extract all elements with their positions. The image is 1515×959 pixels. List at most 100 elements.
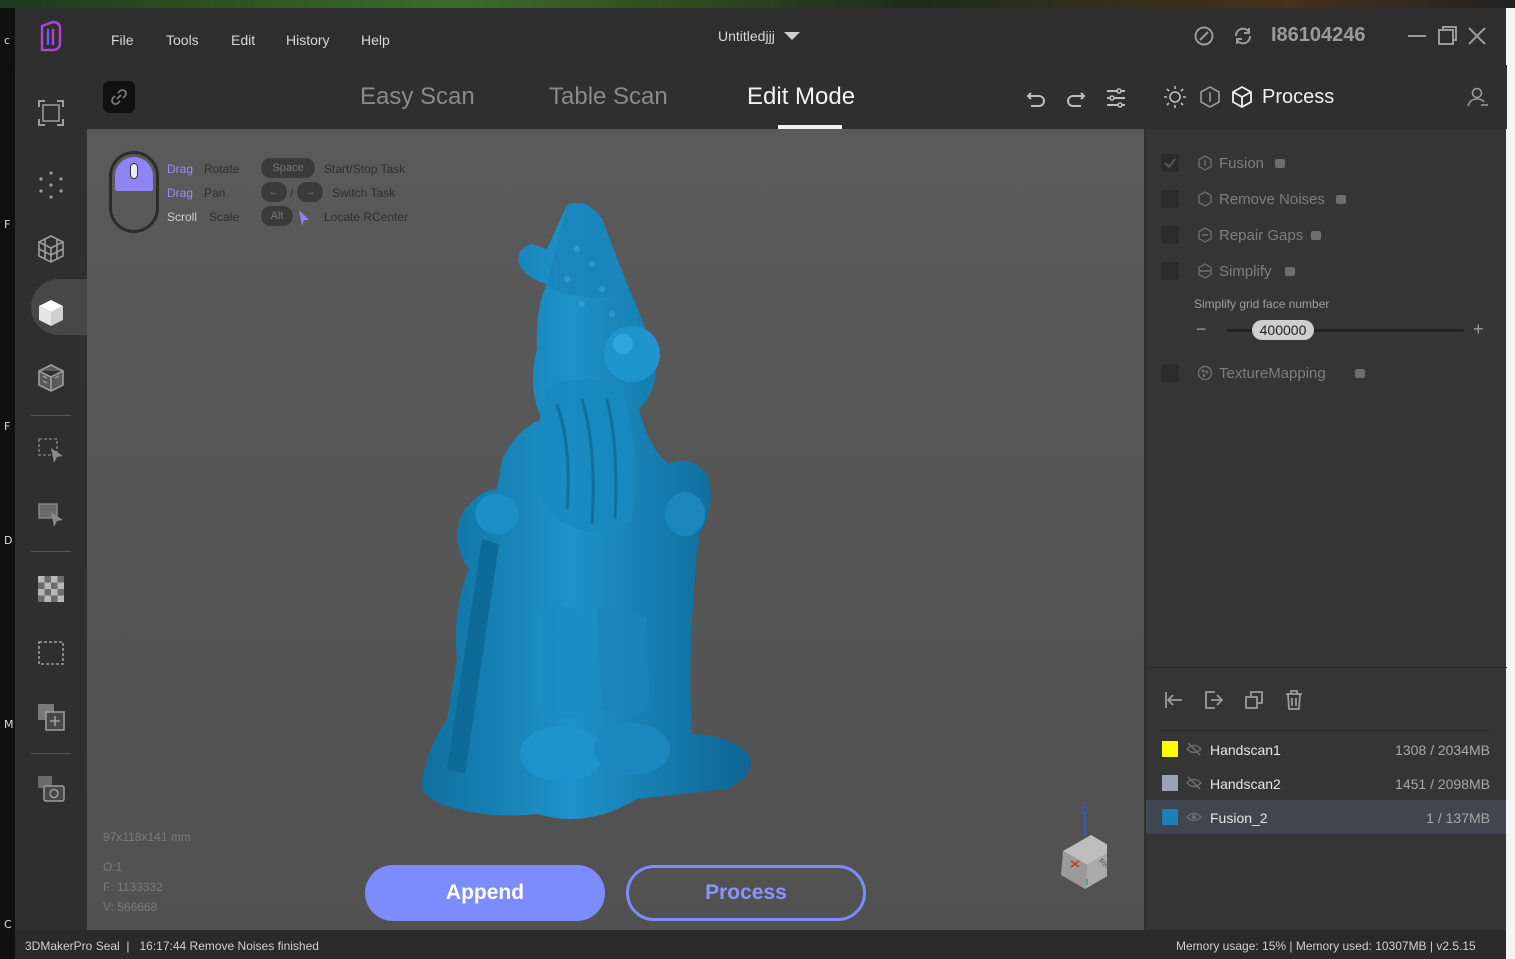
process-button[interactable]: Process — [626, 865, 866, 921]
mouse-hint-icon — [109, 151, 159, 233]
point-cloud-icon — [39, 171, 63, 199]
delete-icon[interactable] — [1283, 689, 1305, 711]
mesh-wireframe-button[interactable] — [33, 231, 69, 267]
textured-cube-button[interactable] — [33, 360, 69, 396]
select-region-icon — [38, 438, 63, 463]
menu-file[interactable]: File — [111, 32, 134, 48]
minimize-icon[interactable] — [1406, 25, 1428, 47]
texture-mapping-icon — [1197, 365, 1213, 381]
3d-viewport[interactable]: Drag Rotate Drag Pan Scroll Scale Space … — [87, 129, 1144, 930]
link-button[interactable] — [103, 81, 135, 113]
menu-history[interactable]: History — [286, 32, 330, 48]
slider-decrease-button[interactable]: − — [1196, 319, 1207, 340]
add-layer-button[interactable] — [33, 699, 69, 735]
append-button[interactable]: Append — [365, 865, 605, 921]
settings-sliders-icon[interactable] — [1105, 87, 1127, 109]
info-icon[interactable] — [1355, 369, 1365, 378]
status-bar: 3DMakerPro Seal | 16:17:44 Remove Noises… — [15, 930, 1506, 959]
tab-edit-mode[interactable]: Edit Mode — [747, 83, 855, 111]
info-icon[interactable] — [1275, 159, 1285, 168]
fusion-checkbox[interactable] — [1161, 154, 1179, 172]
face-number-value[interactable]: 400000 — [1252, 320, 1314, 340]
lighting-icon[interactable] — [1163, 85, 1187, 109]
key-alt: Alt — [261, 206, 293, 226]
select-region-button[interactable] — [33, 433, 69, 469]
user-id[interactable]: I86104246 — [1271, 24, 1366, 47]
solid-cube-button[interactable] — [33, 295, 69, 331]
view-cube-icon[interactable] — [1027, 805, 1107, 895]
mesh-row-handscan2[interactable]: Handscan2 1451 / 2098MB — [1146, 766, 1506, 800]
hint-label: Pan — [204, 186, 226, 200]
hint-action: Drag — [167, 186, 194, 200]
chevron-down-icon[interactable] — [783, 30, 801, 42]
hint-key-label: Switch Task — [332, 186, 396, 200]
texture-camera-button[interactable] — [33, 771, 69, 807]
process-step-fusion[interactable]: Fusion — [1161, 151, 1491, 175]
eye-hidden-icon[interactable] — [1186, 776, 1202, 790]
texture-mapping-checkbox[interactable] — [1161, 364, 1179, 382]
checkmark-icon — [1164, 158, 1176, 169]
process-step-remove-noises[interactable]: Remove Noises — [1161, 187, 1491, 211]
repair-gaps-checkbox[interactable] — [1161, 226, 1179, 244]
undo-icon[interactable] — [1025, 87, 1047, 109]
duplicate-icon[interactable] — [1243, 689, 1265, 711]
user-settings-icon[interactable] — [1466, 85, 1490, 109]
fit-view-button[interactable] — [33, 95, 69, 131]
process-step-simplify[interactable]: Simplify — [1161, 259, 1491, 283]
import-icon[interactable] — [1163, 689, 1185, 711]
memory-status: Memory usage: 15% | Memory used: 10307MB… — [1176, 939, 1476, 953]
hint-label: Rotate — [204, 162, 240, 176]
select-through-icon — [38, 503, 63, 527]
maximize-icon[interactable] — [1436, 25, 1458, 47]
info-icon[interactable] — [1285, 267, 1295, 276]
mesh-row-handscan1[interactable]: Handscan1 1308 / 2034MB — [1146, 732, 1506, 766]
fusion-icon — [1198, 155, 1212, 171]
tab-easy-scan[interactable]: Easy Scan — [360, 83, 475, 111]
document-title[interactable]: Untitledjjj — [718, 28, 775, 44]
desktop-edge-letter: M — [4, 718, 14, 731]
eye-hidden-icon[interactable] — [1186, 742, 1202, 756]
app-window: File Tools Edit History Help Untitledjjj… — [15, 8, 1507, 959]
mesh-info-icon[interactable] — [1198, 85, 1222, 109]
process-step-repair-gaps[interactable]: Repair Gaps — [1161, 223, 1491, 247]
process-cube-icon[interactable] — [1230, 85, 1254, 109]
mesh-color-swatch[interactable] — [1162, 741, 1178, 757]
textured-cube-icon — [38, 364, 64, 392]
process-step-texture-mapping[interactable]: TextureMapping — [1161, 361, 1491, 385]
mesh-color-swatch[interactable] — [1162, 809, 1178, 825]
mesh-size: 1308 / 2034MB — [1395, 742, 1490, 758]
process-step-label: Simplify — [1219, 263, 1272, 280]
redo-icon[interactable] — [1065, 87, 1087, 109]
feedback-icon[interactable] — [1193, 25, 1215, 47]
process-step-label: Fusion — [1219, 155, 1265, 172]
close-icon[interactable] — [1466, 25, 1488, 47]
export-icon[interactable] — [1203, 689, 1225, 711]
tab-table-scan[interactable]: Table Scan — [549, 83, 668, 111]
checker-texture-button[interactable] — [33, 571, 69, 607]
select-through-button[interactable] — [33, 497, 69, 533]
desktop-edge-letter: c — [4, 34, 11, 47]
sync-icon[interactable] — [1232, 25, 1254, 47]
desktop-edge-letter: D — [4, 534, 13, 547]
hint-key-label: Start/Stop Task — [324, 162, 406, 176]
menu-help[interactable]: Help — [361, 32, 390, 48]
remove-noises-checkbox[interactable] — [1161, 190, 1179, 208]
menu-edit[interactable]: Edit — [231, 32, 255, 48]
checker-texture-icon — [38, 576, 64, 602]
crop-box-icon — [38, 641, 64, 665]
toolbar-divider — [31, 753, 71, 754]
info-icon[interactable] — [1311, 231, 1321, 240]
scanned-gnome-model[interactable] — [387, 189, 767, 829]
desktop-left-edge: c F F D M C — [0, 8, 15, 959]
mesh-row-fusion-2[interactable]: Fusion_2 1 / 137MB — [1146, 800, 1506, 834]
mesh-color-swatch[interactable] — [1162, 775, 1178, 791]
eye-visible-icon[interactable] — [1186, 810, 1202, 824]
fit-view-icon — [38, 100, 64, 126]
slider-increase-button[interactable]: + — [1473, 319, 1484, 340]
menu-tools[interactable]: Tools — [166, 32, 199, 48]
info-icon[interactable] — [1336, 195, 1346, 204]
crop-box-button[interactable] — [33, 635, 69, 671]
point-cloud-button[interactable] — [33, 167, 69, 203]
cursor-icon — [299, 210, 309, 226]
simplify-checkbox[interactable] — [1161, 262, 1179, 280]
